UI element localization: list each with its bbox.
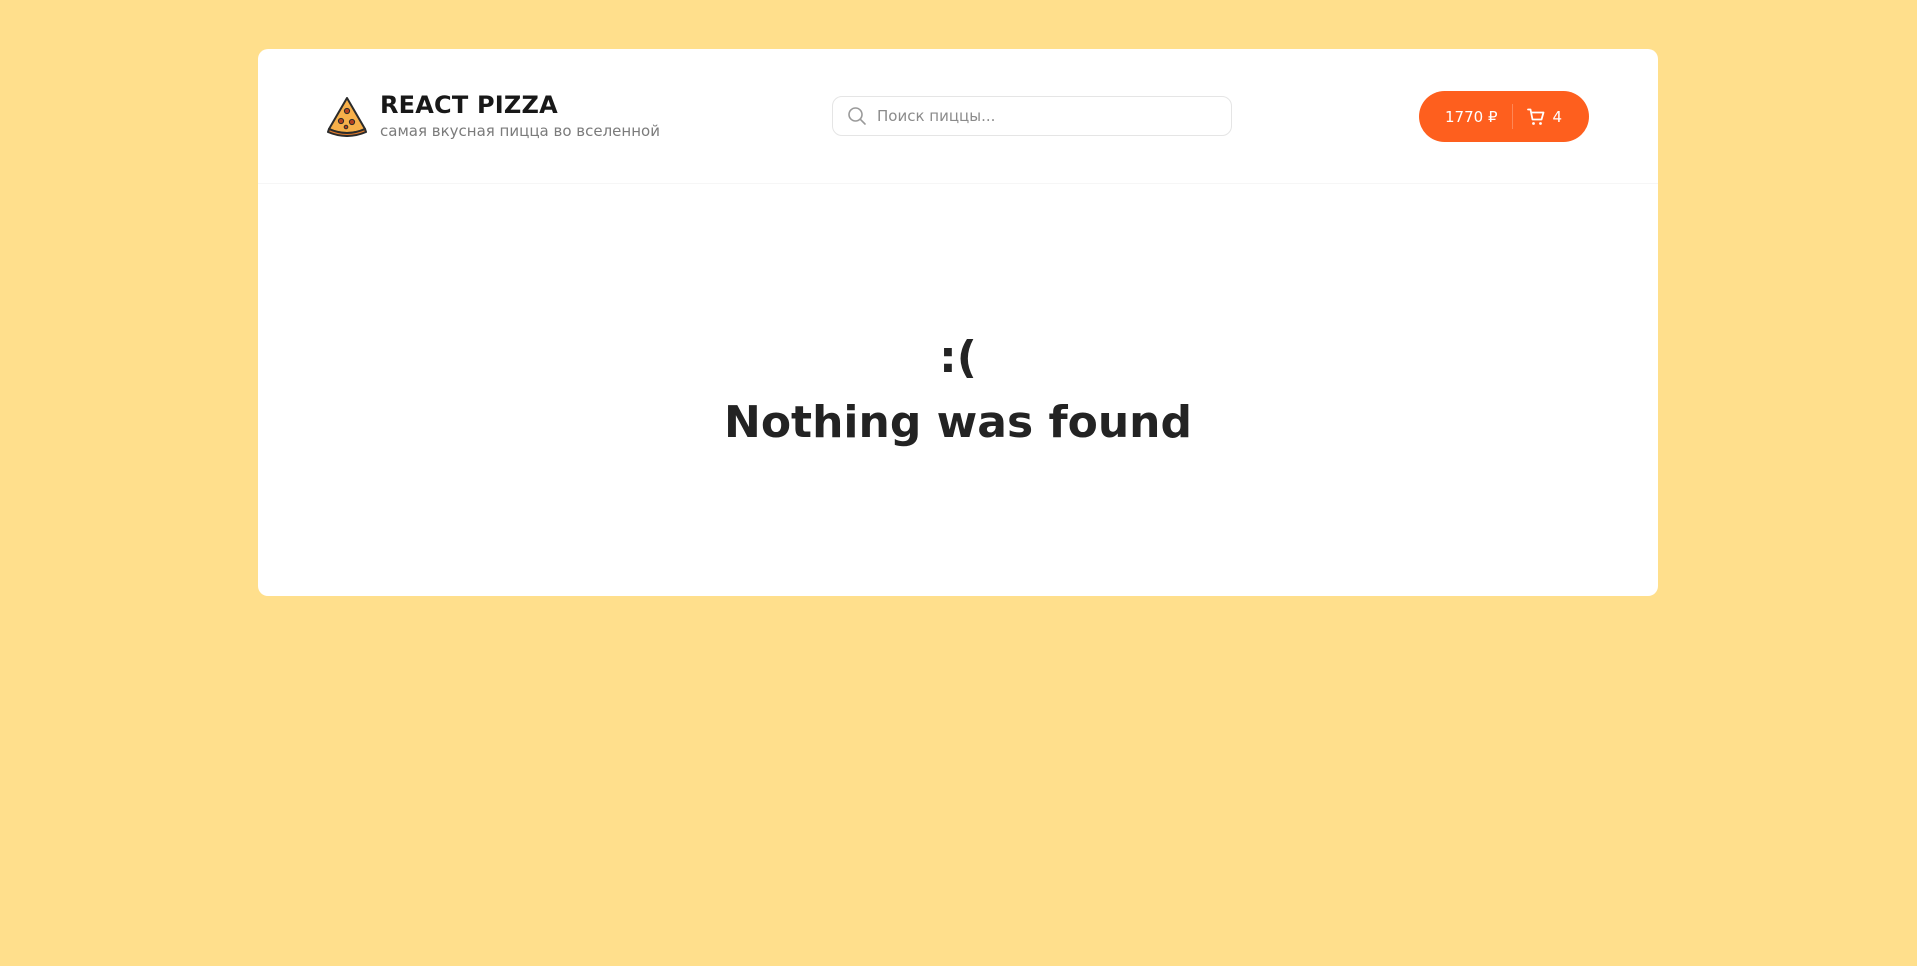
cart-icon (1526, 108, 1544, 125)
cart-count: 4 (1552, 107, 1563, 126)
empty-state-title: Nothing was found (724, 397, 1192, 448)
search-input[interactable] (877, 107, 1217, 125)
logo-subtitle: самая вкусная пицца во вселенной (380, 122, 660, 140)
cart-total-price: 1770 ₽ (1445, 107, 1498, 126)
page-container: REACT PIZZA самая вкусная пицца во вселе… (258, 49, 1658, 596)
empty-state-face: :( (939, 332, 977, 383)
pizza-slice-icon (327, 97, 367, 137)
search-icon (848, 107, 866, 125)
search-box (832, 96, 1232, 136)
cart-divider (1511, 104, 1513, 129)
logo-title: REACT PIZZA (380, 91, 558, 119)
logo-link[interactable]: REACT PIZZA самая вкусная пицца во вселе… (326, 91, 660, 141)
empty-state: :( Nothing was found (258, 184, 1658, 596)
cart-button[interactable]: 1770 ₽ 4 (1419, 91, 1589, 142)
header: REACT PIZZA самая вкусная пицца во вселе… (258, 49, 1658, 184)
